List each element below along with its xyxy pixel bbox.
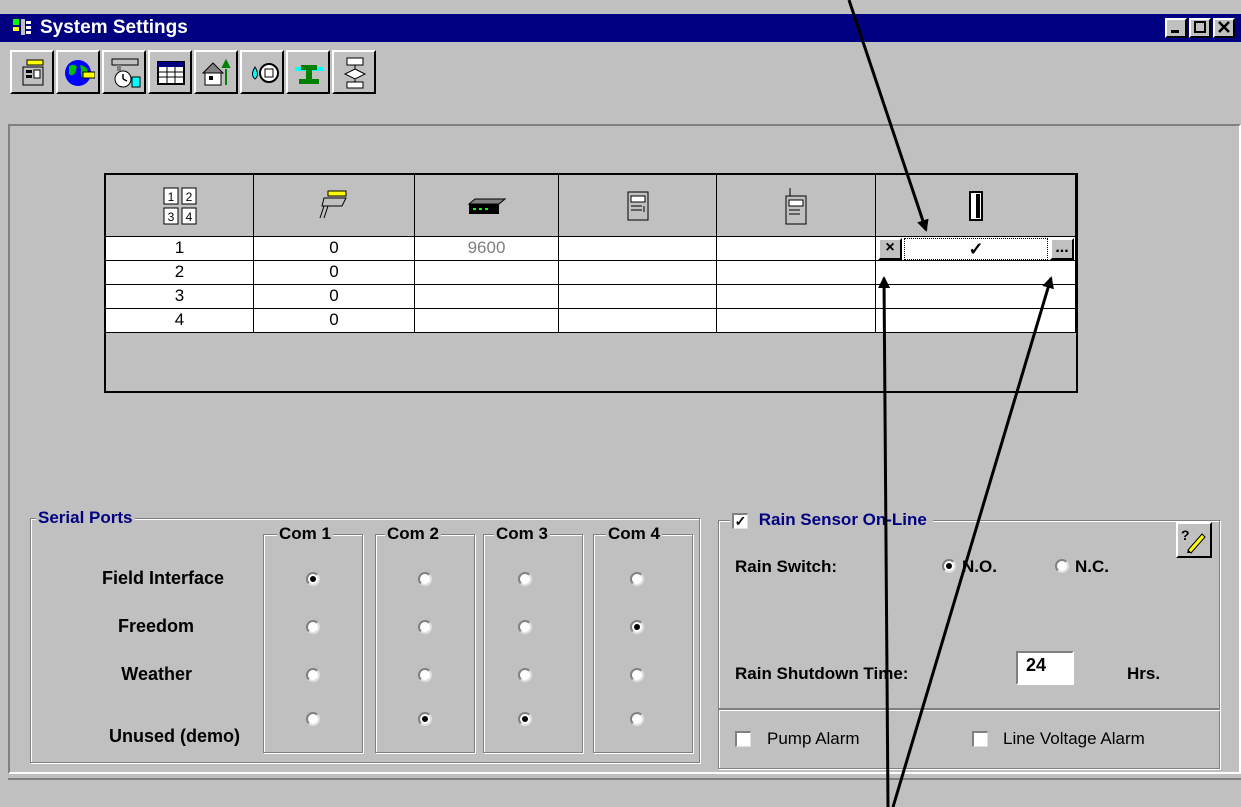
arrow-to-cancel (878, 276, 891, 807)
annotation-arrows (847, 0, 1054, 807)
arrow-to-more (891, 276, 1054, 807)
arrow-to-checkmark (847, 0, 929, 232)
